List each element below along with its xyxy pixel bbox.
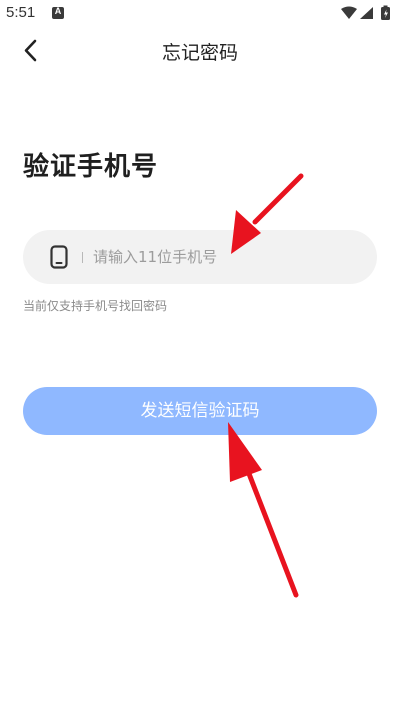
battery-icon [381,5,390,20]
status-bar: 5:51 [0,0,400,28]
phone-input[interactable] [93,230,363,284]
send-sms-code-button[interactable]: 发送短信验证码 [23,387,377,435]
annotation-arrows [228,173,304,598]
annotation-arrow-to-button [228,422,299,598]
hint-text: 当前仅支持手机号找回密码 [23,299,168,313]
signal-icon [360,7,373,19]
status-icons [341,5,390,20]
section-heading: 验证手机号 [23,152,159,182]
page-title: 忘记密码 [161,42,238,64]
notification-a-icon [52,6,64,19]
status-time: 5:51 [6,4,36,21]
field-divider [82,252,83,263]
phone-icon [50,245,68,269]
wifi-icon [341,6,357,19]
app-header: 忘记密码 [0,28,400,74]
phone-field[interactable] [23,230,377,284]
